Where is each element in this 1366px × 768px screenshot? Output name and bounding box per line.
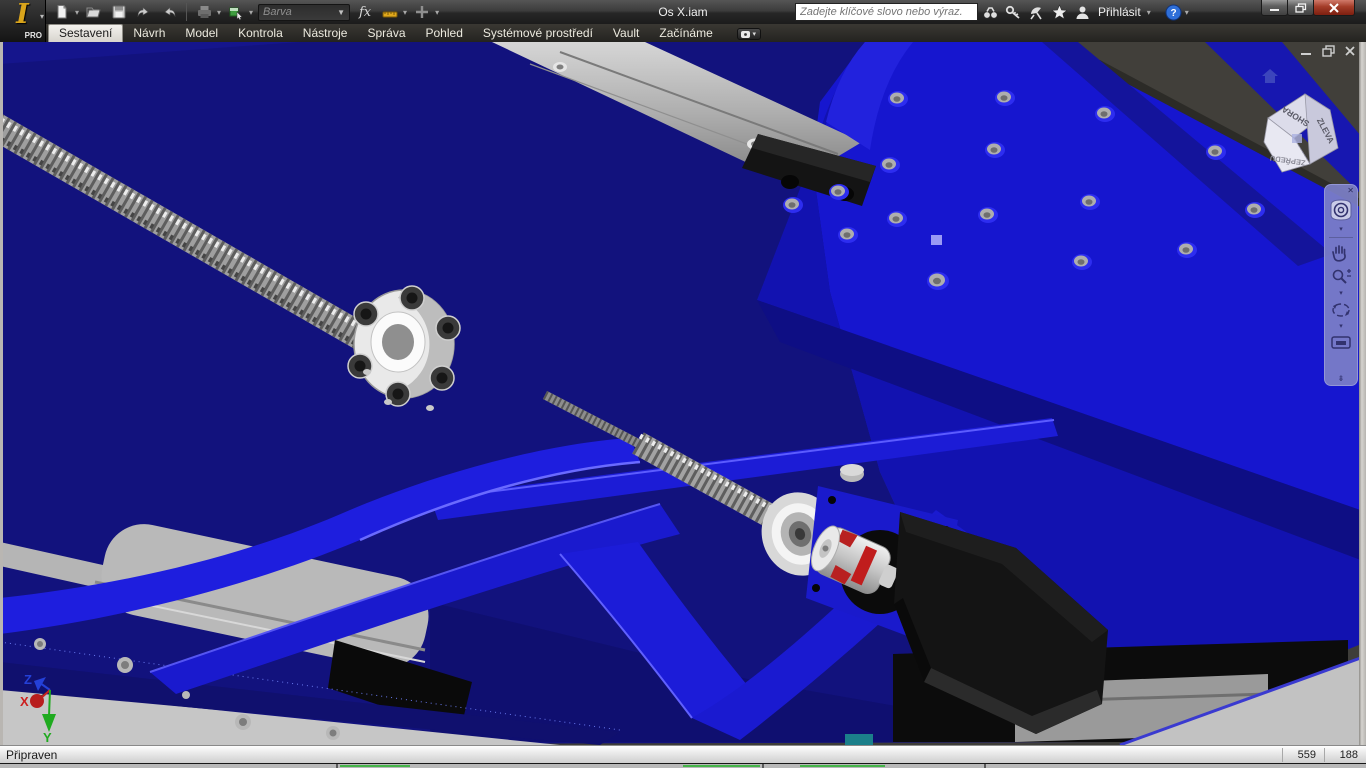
application-menu-button[interactable]: I PRO ▾ bbox=[0, 0, 46, 42]
sign-in-label[interactable]: Přihlásit bbox=[1098, 5, 1141, 19]
quick-access-toolbar: ▾ ▾ ▾ Barva ▼ bbox=[52, 1, 439, 23]
bottom-edge-strip bbox=[0, 763, 1366, 768]
app-menu-dropdown-icon: ▾ bbox=[40, 12, 44, 21]
tab-pohled[interactable]: Pohled bbox=[416, 25, 473, 42]
redo-button[interactable] bbox=[159, 2, 179, 22]
tab-navrh[interactable]: Návrh bbox=[123, 25, 175, 42]
steering-wheel-dropdown[interactable]: ▾ bbox=[1339, 226, 1343, 233]
color-override-combobox[interactable]: Barva ▼ bbox=[258, 4, 350, 21]
tab-sestaveni[interactable]: Sestavení bbox=[48, 24, 123, 42]
communication-center-icon[interactable] bbox=[1028, 4, 1045, 21]
strip-segment bbox=[340, 765, 410, 767]
qat-customize-dropdown[interactable]: ▾ bbox=[435, 8, 439, 17]
search-box[interactable] bbox=[795, 3, 978, 21]
navbar-more-options[interactable]: ⇟ bbox=[1338, 374, 1345, 383]
zoom-dropdown[interactable]: ▾ bbox=[1339, 290, 1343, 297]
strip-segment bbox=[800, 765, 885, 767]
print-button[interactable] bbox=[194, 2, 214, 22]
doc-close-button[interactable] bbox=[1344, 45, 1356, 57]
tab-nastroje[interactable]: Nástroje bbox=[293, 25, 358, 42]
measure-button[interactable] bbox=[380, 2, 400, 22]
free-orbit-icon[interactable] bbox=[1329, 300, 1353, 320]
tab-vault[interactable]: Vault bbox=[603, 25, 649, 42]
axis-y-label: Y bbox=[43, 730, 52, 745]
iproperties-dropdown[interactable]: ▾ bbox=[249, 8, 253, 17]
status-message: Připraven bbox=[0, 748, 57, 762]
help-dropdown[interactable]: ▾ bbox=[1185, 8, 1189, 17]
model-viewport-3d[interactable]: SHORA ZLEVA ZEPŘEDU Z X Y bbox=[0, 42, 1366, 745]
cad-scene: SHORA ZLEVA ZEPŘEDU Z X Y bbox=[0, 42, 1366, 745]
sign-in-user-icon[interactable] bbox=[1074, 4, 1091, 21]
pro-badge: PRO bbox=[25, 31, 42, 40]
favorites-star-icon[interactable] bbox=[1051, 4, 1068, 21]
search-binoculars-icon[interactable] bbox=[982, 4, 999, 21]
pan-hand-icon[interactable] bbox=[1330, 243, 1352, 263]
close-button[interactable] bbox=[1313, 0, 1355, 16]
search-input[interactable] bbox=[796, 6, 977, 18]
axis-x-label: X bbox=[20, 694, 29, 709]
tab-kontrola[interactable]: Kontrola bbox=[228, 25, 293, 42]
iproperties-button[interactable] bbox=[226, 2, 246, 22]
navbar-separator bbox=[1329, 237, 1353, 238]
strip-mark bbox=[336, 764, 338, 768]
help-icon[interactable]: ? bbox=[1165, 4, 1182, 21]
doc-minimize-button[interactable] bbox=[1300, 45, 1313, 57]
tab-systemove-prostredi[interactable]: Systémové prostředí bbox=[473, 25, 603, 42]
color-combo-value: Barva bbox=[263, 6, 292, 18]
combo-dropdown-icon[interactable]: ▼ bbox=[337, 8, 345, 17]
parameters-fx-button[interactable]: fx bbox=[355, 2, 375, 22]
minimize-button[interactable] bbox=[1261, 0, 1288, 16]
file-counter: 188 bbox=[1324, 748, 1366, 762]
steering-wheel-icon[interactable] bbox=[1328, 197, 1354, 223]
undo-button[interactable] bbox=[134, 2, 154, 22]
toolbar-separator bbox=[186, 3, 187, 21]
inventor-application-window: ▾ ▾ ▾ Barva ▼ bbox=[0, 0, 1366, 768]
sign-in-dropdown[interactable]: ▾ bbox=[1147, 8, 1151, 17]
axis-z-label: Z bbox=[24, 672, 32, 687]
window-border-right bbox=[1359, 42, 1366, 745]
navigation-bar: ✕ ▾ ▾ ▾ ⇟ bbox=[1324, 184, 1358, 386]
open-button[interactable] bbox=[84, 2, 104, 22]
orbit-dropdown[interactable]: ▾ bbox=[1339, 323, 1343, 330]
zoom-magnifier-icon[interactable] bbox=[1330, 267, 1352, 287]
strip-mark bbox=[984, 764, 986, 768]
tab-model[interactable]: Model bbox=[175, 25, 228, 42]
window-controls bbox=[1262, 0, 1355, 16]
key-icon[interactable] bbox=[1005, 4, 1022, 21]
new-document-dropdown[interactable]: ▾ bbox=[75, 8, 79, 17]
occurrence-counter: 559 bbox=[1282, 748, 1324, 762]
strip-segment bbox=[683, 765, 760, 767]
doc-restore-button[interactable] bbox=[1322, 45, 1335, 57]
print-dropdown[interactable]: ▾ bbox=[217, 8, 221, 17]
measure-dropdown[interactable]: ▾ bbox=[403, 8, 407, 17]
ribbon-display-toggle[interactable]: ▾ bbox=[737, 28, 761, 40]
document-window-controls bbox=[1300, 45, 1356, 57]
look-at-icon[interactable] bbox=[1329, 333, 1353, 351]
title-bar-icon-cluster: Přihlásit ▾ ? ▾ bbox=[982, 2, 1189, 22]
new-document-button[interactable] bbox=[52, 2, 72, 22]
inventor-logo-icon: I bbox=[0, 0, 45, 30]
ribbon-tab-bar: Sestavení Návrh Model Kontrola Nástroje … bbox=[0, 24, 1366, 42]
status-bar: Připraven 559 188 bbox=[0, 745, 1366, 763]
svg-text:?: ? bbox=[1170, 8, 1176, 19]
strip-mark bbox=[762, 764, 764, 768]
save-button[interactable] bbox=[109, 2, 129, 22]
window-border-left bbox=[0, 42, 3, 745]
add-component-button[interactable] bbox=[412, 2, 432, 22]
restore-button[interactable] bbox=[1287, 0, 1314, 16]
tab-sprava[interactable]: Správa bbox=[357, 25, 415, 42]
tab-zaciname[interactable]: Začínáme bbox=[649, 25, 722, 42]
navbar-close-icon[interactable]: ✕ bbox=[1347, 187, 1354, 195]
title-bar: ▾ ▾ ▾ Barva ▼ bbox=[0, 0, 1366, 24]
